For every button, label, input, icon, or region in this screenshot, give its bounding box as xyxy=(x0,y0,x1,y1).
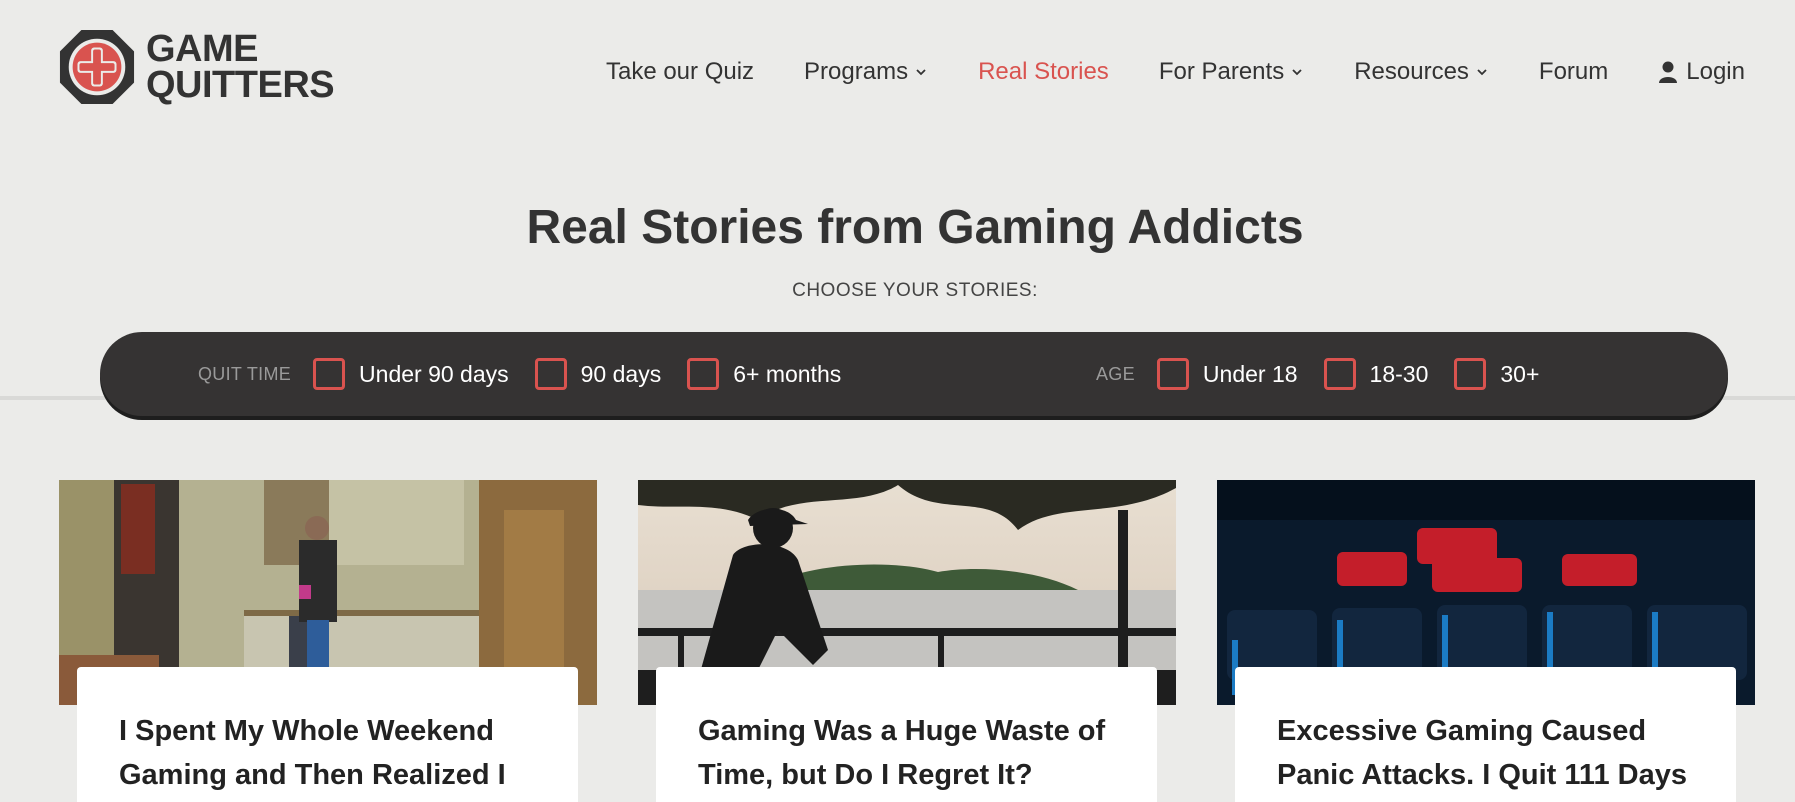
filter-option-label: 90 days xyxy=(580,360,662,387)
chevron-down-icon xyxy=(1477,69,1487,76)
nav-resources-label: Resources xyxy=(1354,58,1469,85)
age-filter-group: AGE Under 18 18-30 30+ xyxy=(1096,332,1565,416)
nav-forum-label: Forum xyxy=(1538,58,1609,85)
story-card[interactable]: Gaming Was a Huge Waste of Time, but Do … xyxy=(638,480,1176,802)
logo-line-1: GAME xyxy=(146,28,259,70)
site-header: GAME QUITTERS Take our Quiz Programs Rea… xyxy=(0,0,1795,150)
card-title-line: Gaming Was a Huge Waste of xyxy=(698,715,1106,747)
filter-option-label: 30+ xyxy=(1500,360,1540,387)
filter-30-plus[interactable]: 30+ xyxy=(1454,358,1539,390)
card-title-line: Excessive Gaming Caused xyxy=(1277,715,1647,747)
main-nav: Take our Quiz Programs Real Stories For … xyxy=(556,58,1745,86)
nav-login-label: Login xyxy=(1686,58,1745,85)
gamepad-logo-icon xyxy=(59,29,135,105)
chevron-down-icon xyxy=(1292,69,1302,76)
nav-programs-label: Programs xyxy=(804,58,909,85)
nav-real-stories-label: Real Stories xyxy=(978,58,1109,85)
nav-resources[interactable]: Resources xyxy=(1354,58,1489,86)
checkbox[interactable] xyxy=(313,358,346,390)
story-card[interactable]: I Spent My Whole Weekend Gaming and Then… xyxy=(59,480,597,802)
card-title[interactable]: Excessive Gaming Caused Panic Attacks. I… xyxy=(1277,709,1696,797)
checkbox[interactable] xyxy=(1454,358,1487,390)
nav-take-quiz[interactable]: Take our Quiz xyxy=(606,58,754,86)
nav-for-parents[interactable]: For Parents xyxy=(1159,58,1304,86)
filter-option-label: Under 90 days xyxy=(359,360,509,387)
quit-time-filter-group: QUIT TIME Under 90 days 90 days 6+ month… xyxy=(198,332,867,416)
card-title-line: I Spent My Whole Weekend xyxy=(119,715,494,747)
checkbox[interactable] xyxy=(1156,358,1189,390)
card-title-line: Panic Attacks. I Quit 111 Days xyxy=(1277,759,1687,791)
card-body: Gaming Was a Huge Waste of Time, but Do … xyxy=(656,667,1157,802)
nav-login[interactable]: Login xyxy=(1658,58,1745,86)
logo-wordmark: GAME QUITTERS xyxy=(146,28,335,106)
quit-time-label: QUIT TIME xyxy=(198,363,292,384)
story-filter-bar: QUIT TIME Under 90 days 90 days 6+ month… xyxy=(100,332,1728,416)
card-title[interactable]: I Spent My Whole Weekend Gaming and Then… xyxy=(119,709,538,797)
nav-real-stories[interactable]: Real Stories xyxy=(978,58,1109,86)
nav-programs[interactable]: Programs xyxy=(804,58,928,86)
checkbox[interactable] xyxy=(1323,358,1356,390)
age-label: AGE xyxy=(1096,363,1135,384)
nav-forum[interactable]: Forum xyxy=(1539,58,1608,86)
card-title[interactable]: Gaming Was a Huge Waste of Time, but Do … xyxy=(698,709,1117,797)
nav-for-parents-label: For Parents xyxy=(1158,58,1285,85)
filter-90-days[interactable]: 90 days xyxy=(534,358,662,390)
chevron-down-icon xyxy=(916,69,926,76)
checkbox[interactable] xyxy=(534,358,567,390)
checkbox[interactable] xyxy=(687,358,720,390)
logo-line-2: QUITTERS xyxy=(146,64,335,106)
filter-option-label: Under 18 xyxy=(1202,360,1298,387)
filter-under-90-days[interactable]: Under 90 days xyxy=(313,358,509,390)
nav-take-quiz-label: Take our Quiz xyxy=(605,58,755,85)
page-title: Real Stories from Gaming Addicts xyxy=(526,201,1304,254)
filter-option-label: 18-30 xyxy=(1369,360,1429,387)
card-title-line: Time, but Do I Regret It? xyxy=(698,759,1033,791)
filter-under-18[interactable]: Under 18 xyxy=(1156,358,1298,390)
filter-6-plus-months[interactable]: 6+ months xyxy=(687,358,841,390)
filter-option-label: 6+ months xyxy=(733,360,842,387)
page-subtitle: CHOOSE YOUR STORIES: xyxy=(792,280,1038,301)
page: GAME QUITTERS Take our Quiz Programs Rea… xyxy=(0,0,1795,802)
card-body: Excessive Gaming Caused Panic Attacks. I… xyxy=(1235,667,1736,802)
card-title-line: Gaming and Then Realized I xyxy=(119,759,506,791)
logo[interactable]: GAME QUITTERS xyxy=(58,28,335,106)
card-body: I Spent My Whole Weekend Gaming and Then… xyxy=(77,667,578,802)
user-icon xyxy=(1659,61,1678,83)
filter-18-30[interactable]: 18-30 xyxy=(1323,358,1429,390)
story-card[interactable]: Excessive Gaming Caused Panic Attacks. I… xyxy=(1217,480,1755,802)
